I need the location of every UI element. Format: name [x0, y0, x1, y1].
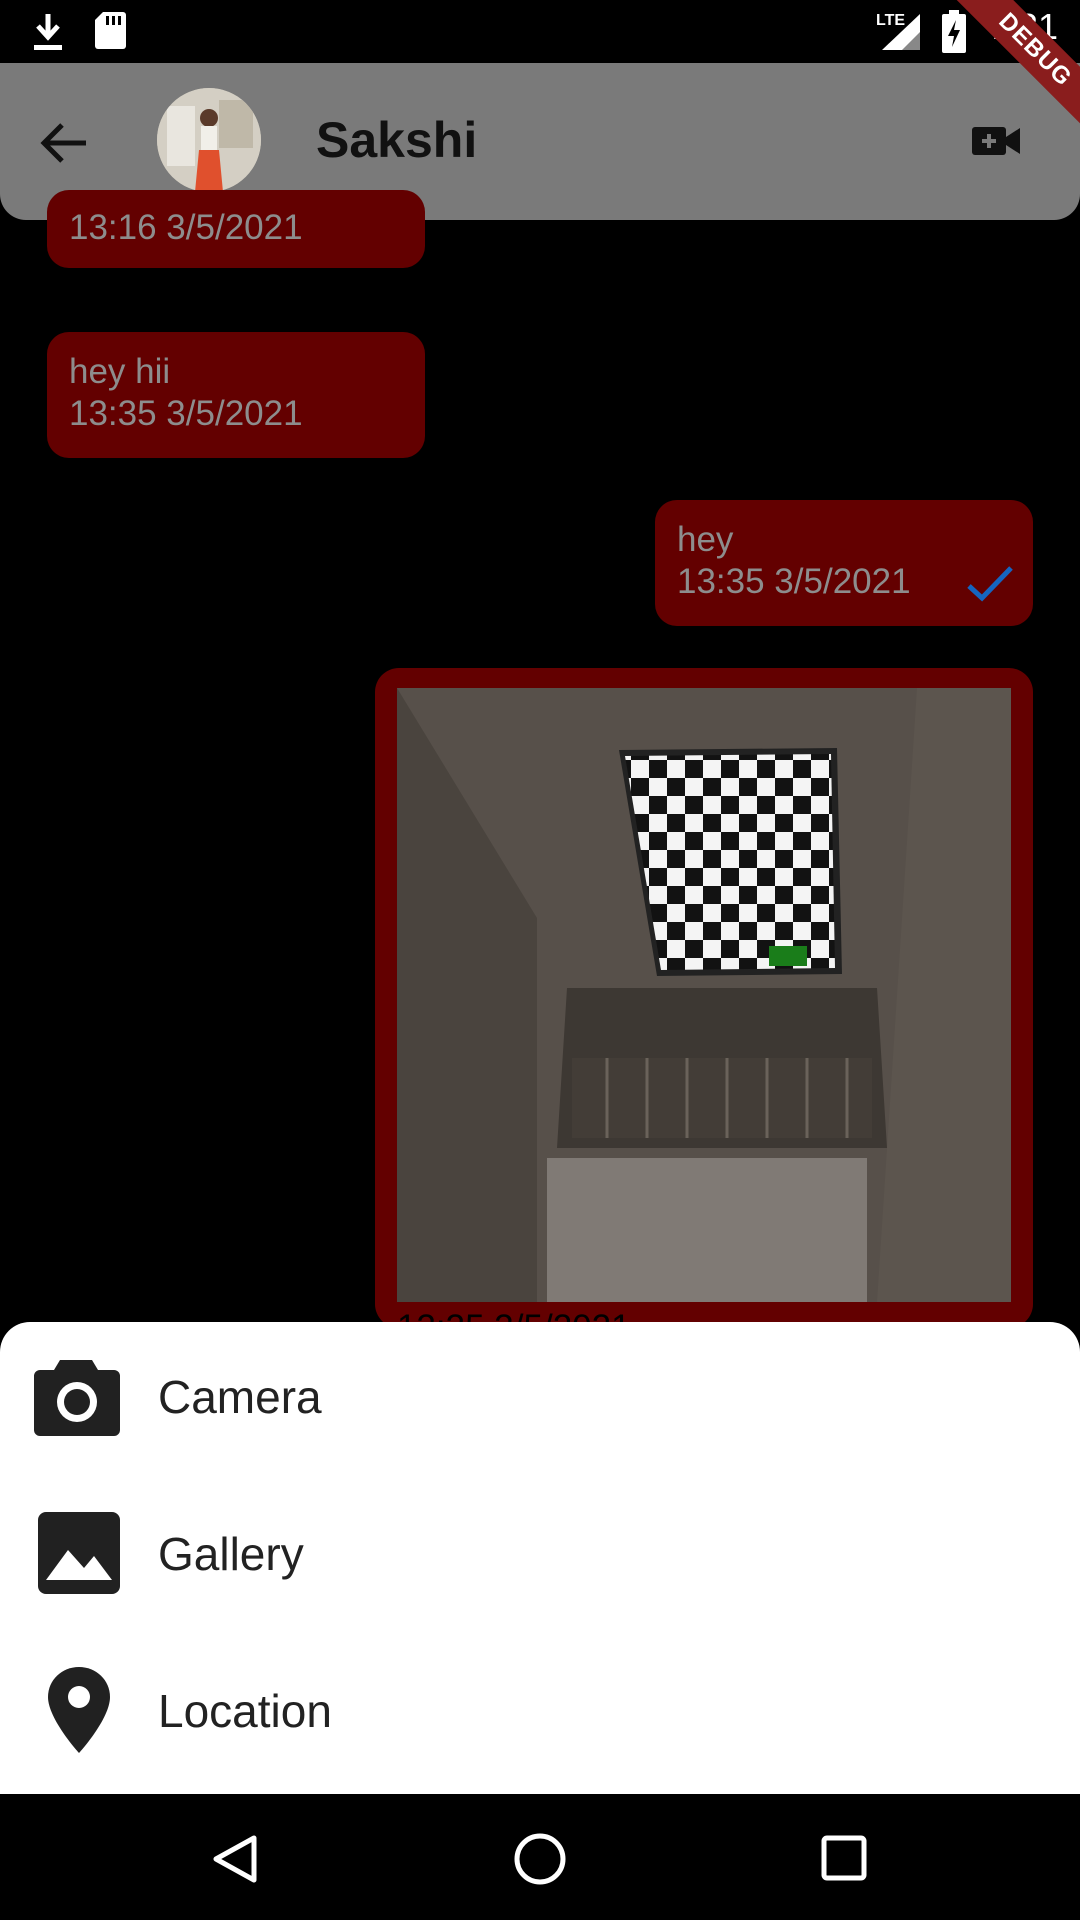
- arrow-back-icon[interactable]: [36, 115, 92, 171]
- back-triangle-icon[interactable]: [212, 1834, 258, 1884]
- message-timestamp: 13:16 3/5/2021: [69, 208, 303, 247]
- attachment-bottom-sheet: Camera Gallery Location: [0, 1322, 1080, 1794]
- image-icon: [38, 1512, 120, 1594]
- message-timestamp: 13:35 3/5/2021: [677, 562, 911, 601]
- message-image[interactable]: [397, 688, 1011, 1302]
- message-list[interactable]: 13:16 3/5/2021 hey hii 13:35 3/5/2021 he…: [0, 190, 1080, 1347]
- status-bar: LTE 7:31: [0, 0, 1080, 63]
- contact-name: Sakshi: [316, 112, 478, 168]
- sheet-label: Gallery: [158, 1528, 304, 1580]
- download-icon: [34, 14, 62, 50]
- recents-square-icon[interactable]: [820, 1834, 868, 1882]
- check-icon: [967, 566, 1013, 602]
- navigation-bar: [0, 1794, 1080, 1920]
- message-timestamp: 13:35 3/5/2021: [69, 394, 303, 433]
- message-text: hey hii: [69, 352, 171, 391]
- location-pin-icon: [48, 1667, 110, 1753]
- message-bubble-sent[interactable]: hey 13:35 3/5/2021: [655, 500, 1033, 626]
- battery-charging-icon: [942, 10, 966, 53]
- sheet-item-location[interactable]: Location: [0, 1636, 1080, 1793]
- sd-card-icon: [95, 12, 126, 49]
- video-call-icon[interactable]: [970, 115, 1022, 167]
- sheet-label: Camera: [158, 1371, 322, 1423]
- sheet-item-camera[interactable]: Camera: [0, 1322, 1080, 1479]
- signal-icon: [882, 14, 920, 50]
- sheet-item-gallery[interactable]: Gallery: [0, 1479, 1080, 1636]
- message-bubble-received[interactable]: 13:16 3/5/2021: [47, 190, 425, 268]
- message-bubble-received[interactable]: hey hii 13:35 3/5/2021: [47, 332, 425, 458]
- message-bubble-image[interactable]: 13:35 3/5/2021: [375, 668, 1033, 1347]
- sheet-label: Location: [158, 1685, 332, 1737]
- message-text: hey: [677, 520, 734, 559]
- avatar[interactable]: [157, 88, 261, 192]
- camera-icon: [34, 1360, 120, 1436]
- home-circle-icon[interactable]: [513, 1832, 567, 1886]
- bookshelf: [572, 1058, 872, 1138]
